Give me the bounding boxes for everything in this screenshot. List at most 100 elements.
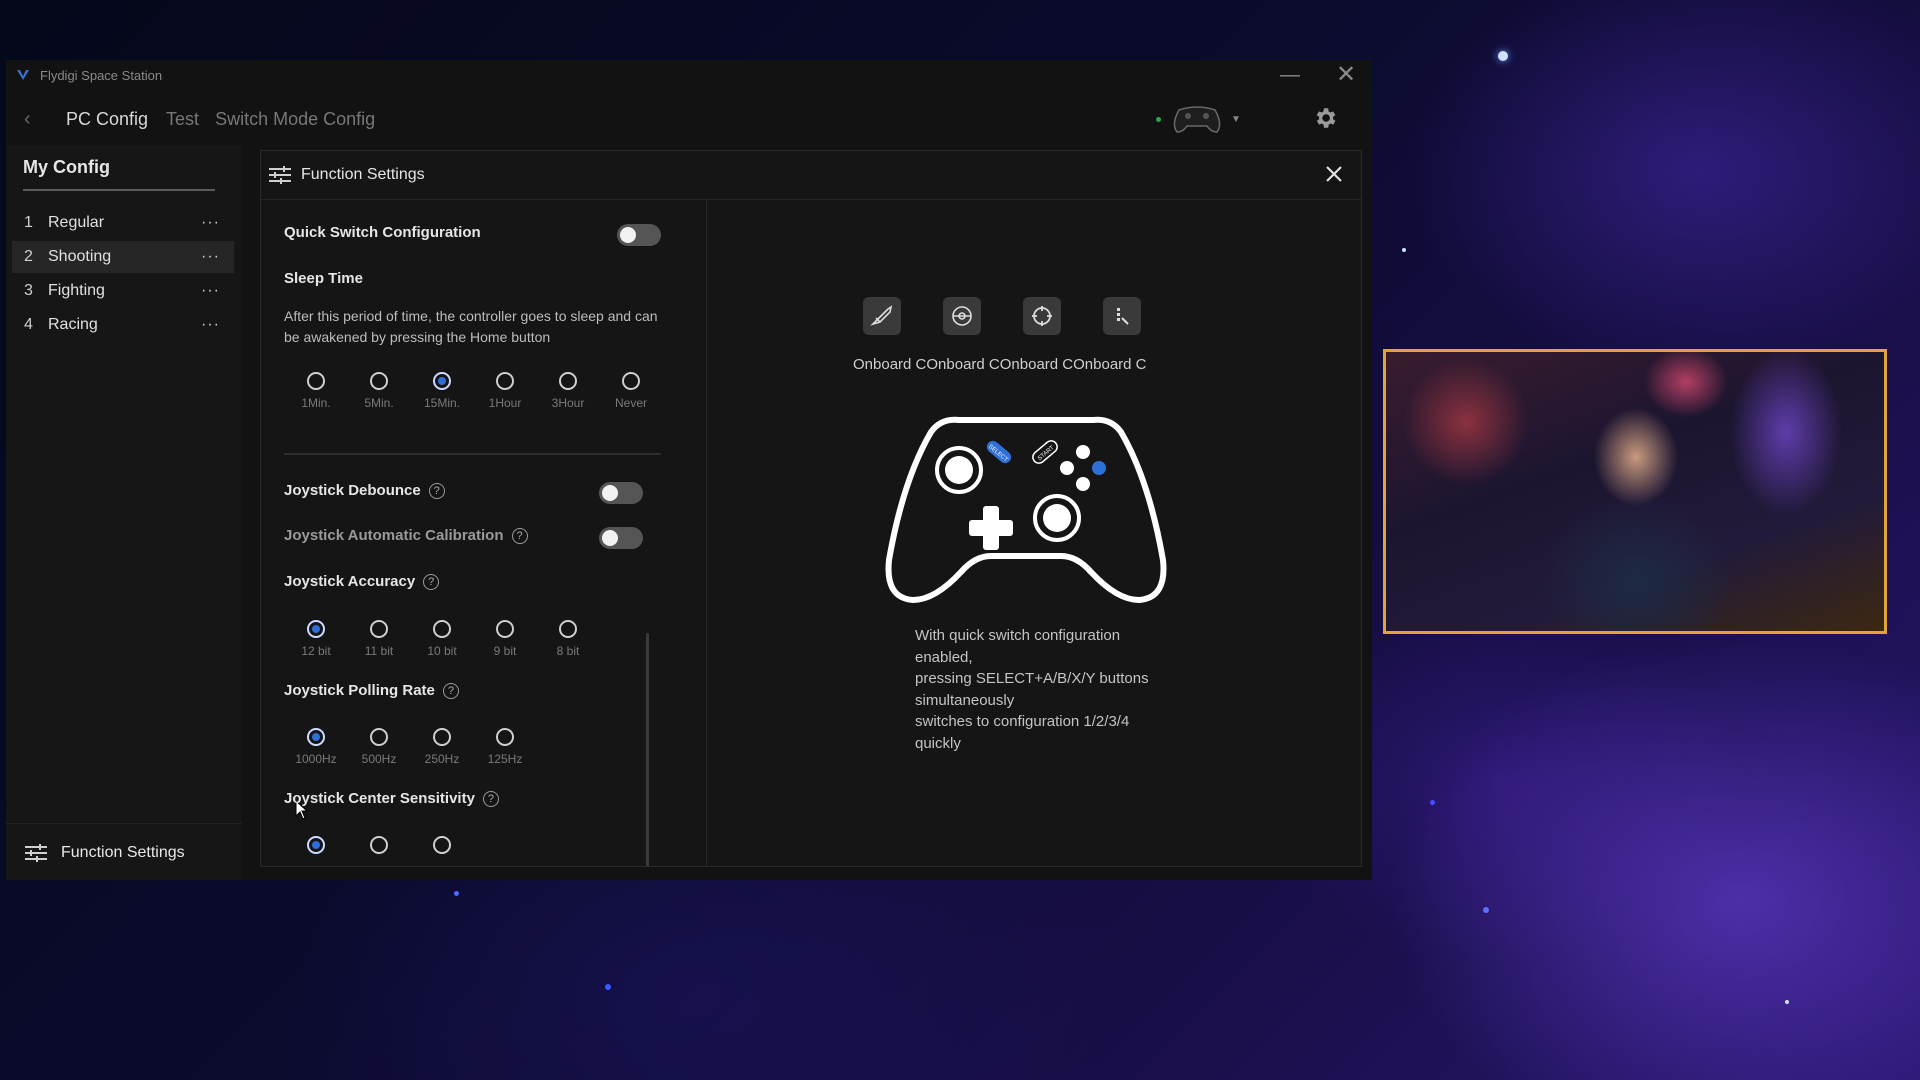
radio-250hz[interactable]: 250Hz bbox=[411, 728, 473, 766]
joystick-accuracy-label-text: Joystick Accuracy bbox=[284, 573, 416, 590]
radio-500hz[interactable]: 500Hz bbox=[348, 728, 410, 766]
joystick-debounce-label-text: Joystick Debounce bbox=[284, 482, 421, 499]
star bbox=[1402, 248, 1406, 252]
info-line: simultaneously bbox=[915, 691, 1015, 709]
star bbox=[1430, 800, 1435, 805]
sidebar-item-fighting[interactable]: 3 Fighting ··· bbox=[12, 275, 234, 307]
radio-1000hz[interactable]: 1000Hz bbox=[285, 728, 347, 766]
crosshair-mode-icon[interactable] bbox=[1002, 297, 1082, 335]
preview-area: Onboard COnboard COnboard COnboard C SEL… bbox=[707, 200, 1361, 866]
help-icon[interactable]: ? bbox=[423, 573, 440, 590]
config-label: Shooting bbox=[48, 248, 112, 265]
joystick-center-sensitivity-label-text: Joystick Center Sensitivity bbox=[284, 790, 475, 807]
close-icon[interactable]: ✕ bbox=[1326, 62, 1366, 88]
sidebar-function-settings[interactable]: Function Settings bbox=[6, 823, 242, 881]
racing-mode-icon[interactable] bbox=[922, 297, 1002, 335]
radio-1min[interactable]: 1Min. bbox=[285, 372, 347, 410]
radio-11bit[interactable]: 11 bit bbox=[348, 620, 410, 658]
more-icon[interactable]: ··· bbox=[201, 248, 220, 266]
sleep-time-label-text: Sleep Time bbox=[284, 270, 363, 287]
star bbox=[1483, 907, 1489, 913]
radio-sensitivity-2[interactable] bbox=[348, 836, 410, 854]
app-title: Flydigi Space Station bbox=[40, 67, 163, 83]
config-label: Racing bbox=[48, 316, 98, 333]
right-stick bbox=[1043, 504, 1071, 532]
close-icon[interactable] bbox=[1321, 161, 1347, 187]
sliders-icon bbox=[25, 843, 47, 862]
tab-switch-mode-config[interactable]: Switch Mode Config bbox=[215, 109, 375, 130]
sidebar-title-underline bbox=[23, 189, 215, 191]
shooting-mode-icon[interactable] bbox=[842, 297, 922, 335]
config-number: 4 bbox=[24, 316, 33, 333]
panel-title: Function Settings bbox=[301, 166, 425, 183]
star bbox=[1785, 1000, 1789, 1004]
radio-1hour[interactable]: 1Hour bbox=[474, 372, 536, 410]
sidebar-item-regular[interactable]: 1 Regular ··· bbox=[12, 207, 234, 239]
sidebar-item-shooting[interactable]: 2 Shooting ··· bbox=[12, 241, 234, 273]
chevron-left-icon[interactable]: ‹ bbox=[24, 108, 44, 131]
custom-mode-icon[interactable] bbox=[1082, 297, 1162, 335]
radio-label: 15Min. bbox=[423, 396, 461, 410]
help-icon[interactable]: ? bbox=[511, 527, 528, 544]
joystick-debounce-toggle[interactable] bbox=[599, 482, 643, 504]
radio-never[interactable]: Never bbox=[600, 372, 662, 410]
more-icon[interactable]: ··· bbox=[201, 214, 220, 232]
config-sidebar: My Config 1 Regular ··· 2 Shooting ··· 3… bbox=[6, 145, 242, 880]
nav-bar: ‹ PC Config Test Switch Mode Config ▼ bbox=[6, 100, 1372, 138]
tab-pc-config[interactable]: PC Config bbox=[66, 109, 148, 130]
help-icon[interactable]: ? bbox=[428, 482, 445, 499]
chevron-down-icon[interactable]: ▼ bbox=[1231, 114, 1241, 125]
radio-9bit[interactable]: 9 bit bbox=[474, 620, 536, 658]
controller-selector[interactable]: ▼ bbox=[1156, 100, 1241, 138]
radio-sensitivity-1[interactable] bbox=[285, 836, 347, 854]
joystick-debounce-label: Joystick Debounce ? bbox=[284, 482, 445, 499]
joystick-polling-rate-label: Joystick Polling Rate ? bbox=[284, 682, 459, 699]
dpad bbox=[969, 506, 1013, 550]
panel-header: Function Settings bbox=[261, 151, 1361, 200]
radio-label: 1000Hz bbox=[295, 752, 337, 766]
radio-label: 11 bit bbox=[364, 644, 394, 658]
radio-125hz[interactable]: 125Hz bbox=[474, 728, 536, 766]
joystick-auto-calibration-toggle[interactable] bbox=[599, 527, 643, 549]
webcam-overlay bbox=[1383, 349, 1887, 634]
joystick-center-sensitivity-label: Joystick Center Sensitivity ? bbox=[284, 790, 499, 807]
tab-test[interactable]: Test bbox=[166, 109, 199, 130]
quick-switch-toggle[interactable] bbox=[617, 224, 661, 246]
radio-ring bbox=[496, 728, 514, 746]
help-icon[interactable]: ? bbox=[442, 682, 459, 699]
radio-ring bbox=[370, 836, 388, 854]
sidebar-item-racing[interactable]: 4 Racing ··· bbox=[12, 309, 234, 341]
star bbox=[454, 891, 459, 896]
radio-10bit[interactable]: 10 bit bbox=[411, 620, 473, 658]
sidebar-function-settings-label: Function Settings bbox=[61, 843, 185, 861]
joystick-auto-calibration-label: Joystick Automatic Calibration ? bbox=[284, 527, 528, 544]
settings-scrollbar[interactable] bbox=[646, 633, 649, 866]
radio-3hour[interactable]: 3Hour bbox=[537, 372, 599, 410]
radio-15min[interactable]: 15Min. bbox=[411, 372, 473, 410]
radio-sensitivity-3[interactable] bbox=[411, 836, 473, 854]
gear-icon[interactable] bbox=[1312, 105, 1338, 131]
star bbox=[1498, 51, 1508, 61]
radio-ring bbox=[307, 836, 325, 854]
radio-label: 1Hour bbox=[488, 396, 522, 410]
radio-ring bbox=[307, 728, 325, 746]
radio-12bit[interactable]: 12 bit bbox=[285, 620, 347, 658]
button-x bbox=[1060, 461, 1074, 475]
joystick-accuracy-label: Joystick Accuracy ? bbox=[284, 573, 440, 590]
left-stick bbox=[945, 456, 973, 484]
title-bar: Flydigi Space Station — ✕ bbox=[6, 60, 1372, 90]
star bbox=[605, 984, 611, 990]
config-number: 1 bbox=[24, 214, 33, 231]
help-icon[interactable]: ? bbox=[482, 790, 499, 807]
radio-ring bbox=[559, 372, 577, 390]
radio-ring bbox=[370, 372, 388, 390]
radio-label: Never bbox=[614, 396, 647, 410]
minimize-icon[interactable]: — bbox=[1270, 62, 1310, 88]
controller-icon bbox=[1173, 106, 1221, 133]
more-icon[interactable]: ··· bbox=[201, 316, 220, 334]
joystick-auto-calibration-label-text: Joystick Automatic Calibration bbox=[284, 527, 504, 544]
radio-8bit[interactable]: 8 bit bbox=[537, 620, 599, 658]
mode-icons bbox=[842, 297, 1162, 335]
more-icon[interactable]: ··· bbox=[201, 282, 220, 300]
radio-5min[interactable]: 5Min. bbox=[348, 372, 410, 410]
